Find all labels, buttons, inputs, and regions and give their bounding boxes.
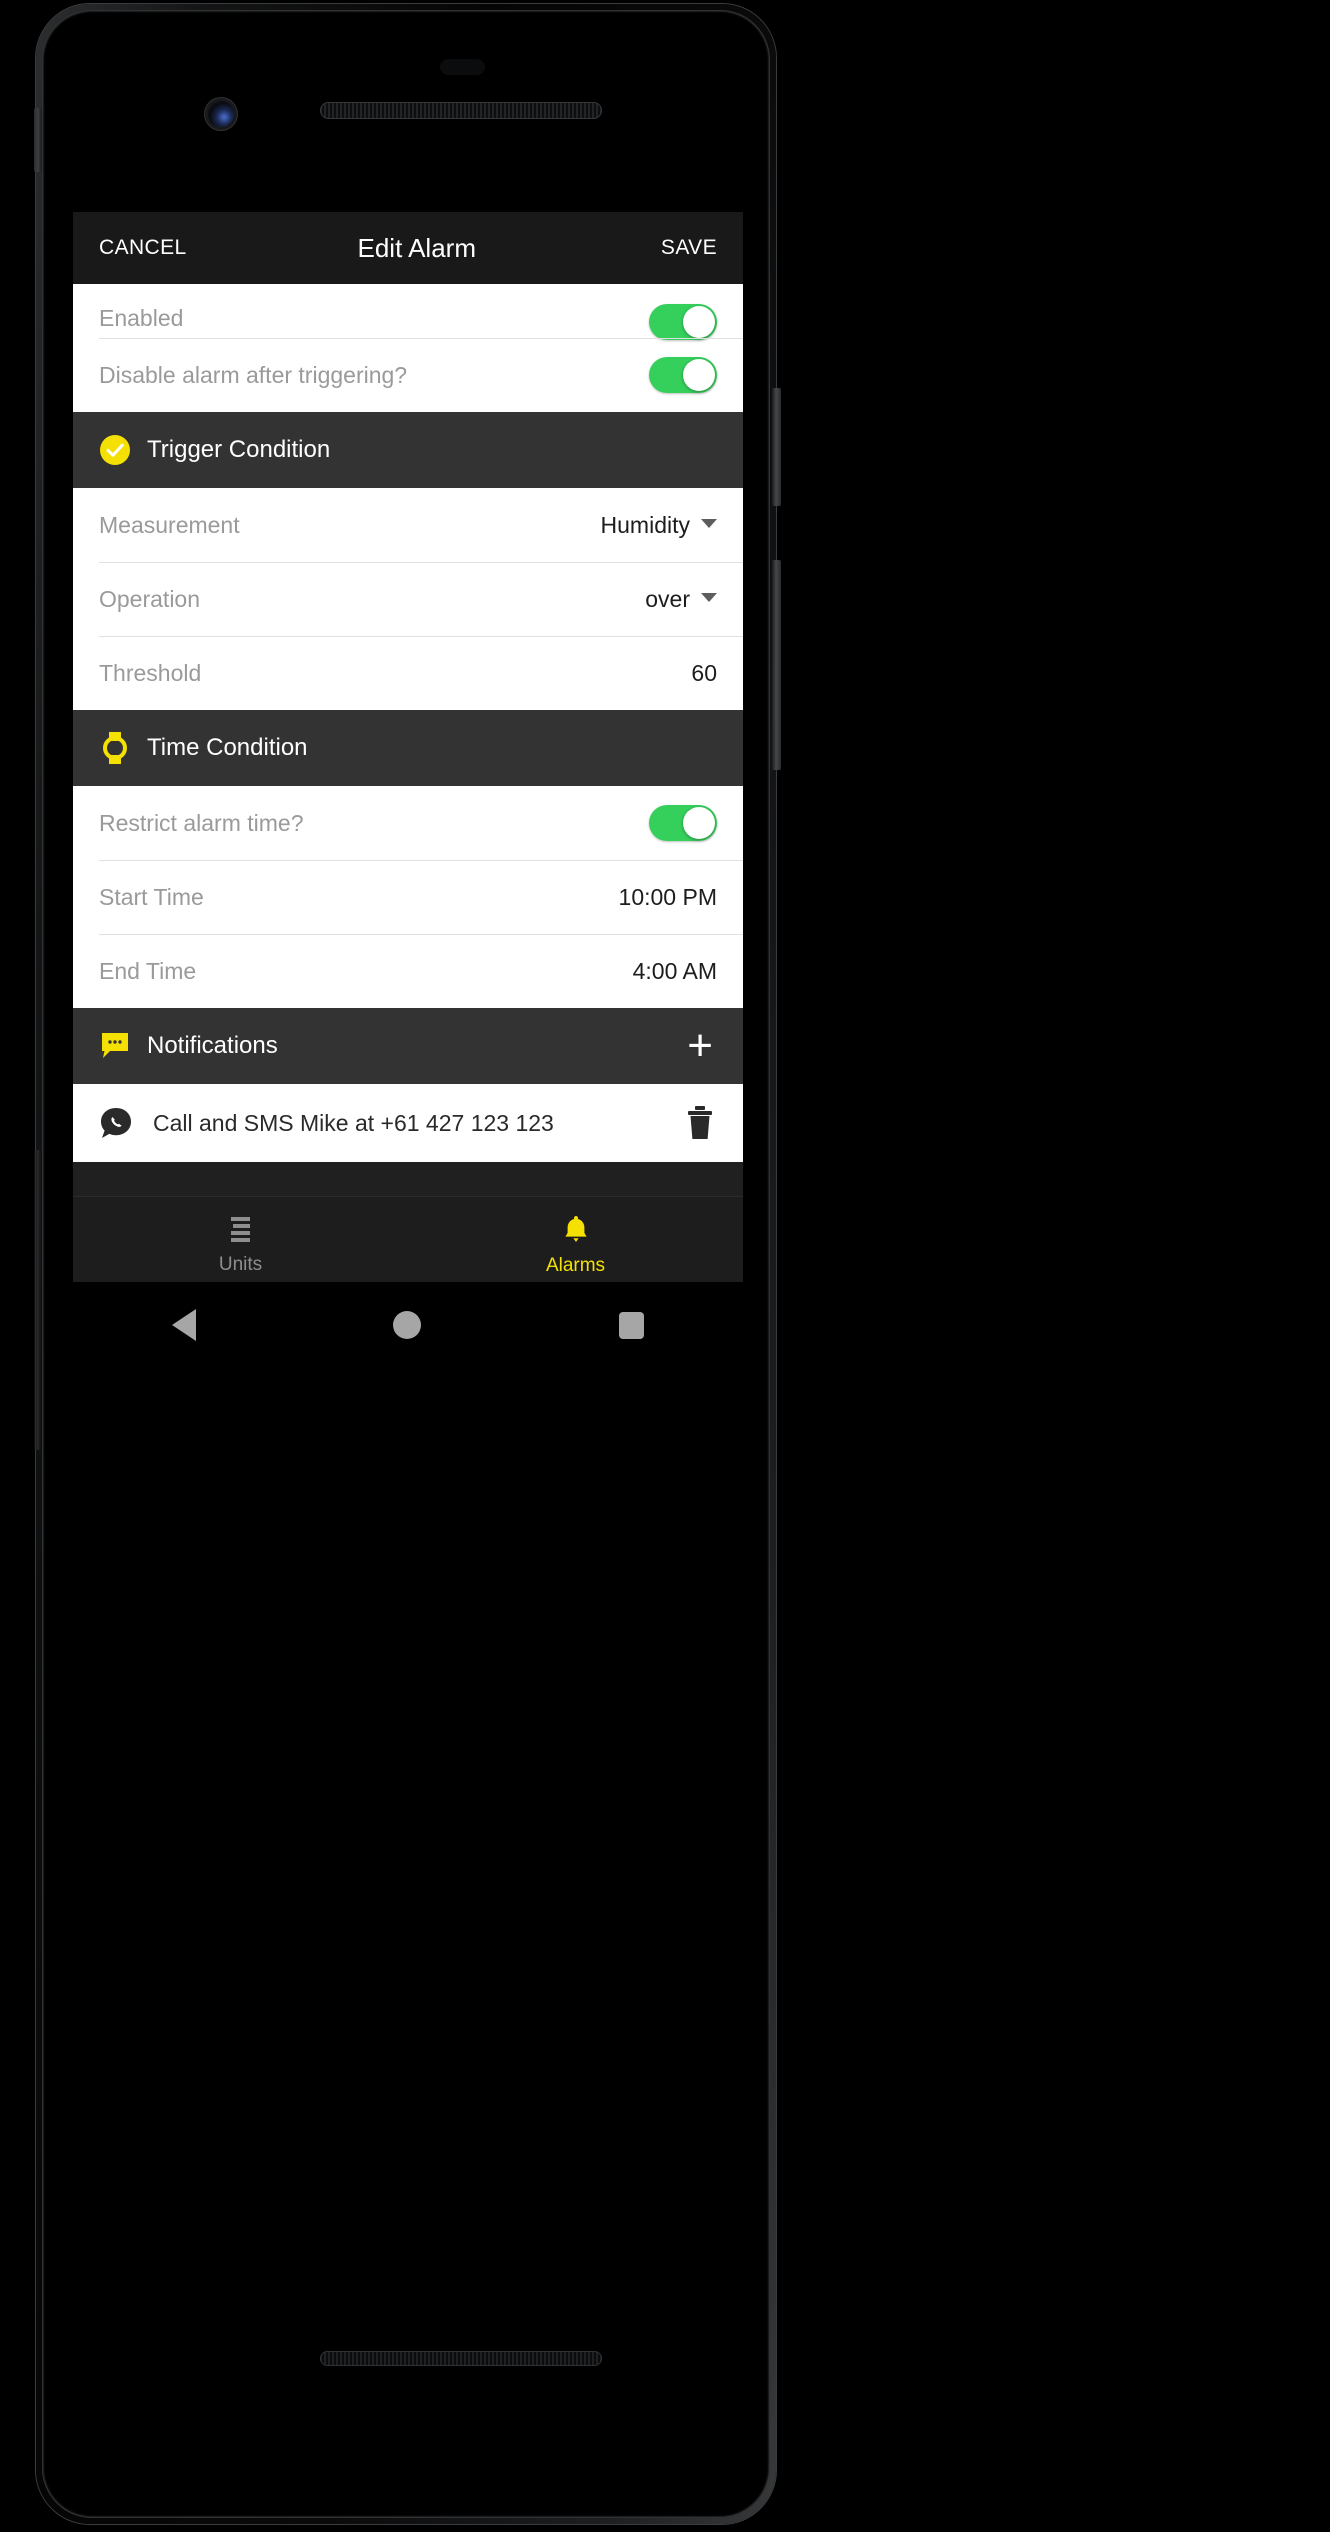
tab-units-label: Units bbox=[218, 1253, 263, 1275]
android-system-nav-bar bbox=[73, 1282, 743, 1368]
section-header-trigger-condition: Trigger Condition bbox=[73, 412, 743, 488]
front-camera-icon bbox=[208, 101, 234, 127]
trash-icon[interactable] bbox=[683, 1105, 717, 1141]
row-threshold-label: Threshold bbox=[99, 659, 202, 686]
general-settings-card: Enabled Disable alarm after triggering? bbox=[73, 284, 743, 412]
sim-tray bbox=[34, 108, 42, 172]
tab-alarms-label: Alarms bbox=[545, 1254, 606, 1276]
row-end-time-label: End Time bbox=[99, 957, 197, 984]
row-end-time[interactable]: End Time 4:00 AM bbox=[73, 934, 743, 1008]
earpiece-speaker-grille bbox=[320, 102, 602, 119]
add-notification-button[interactable]: + bbox=[687, 1024, 717, 1068]
row-start-time-value[interactable]: 10:00 PM bbox=[619, 884, 717, 911]
chevron-down-icon[interactable] bbox=[701, 592, 717, 602]
power-button[interactable] bbox=[772, 388, 781, 506]
page-title: Edit Alarm bbox=[357, 232, 477, 263]
row-operation-label: Operation bbox=[99, 585, 201, 612]
section-title-time-condition: Time Condition bbox=[147, 734, 308, 761]
home-icon[interactable] bbox=[393, 1311, 422, 1339]
save-button[interactable]: SAVE bbox=[661, 236, 717, 260]
row-restrict-alarm-time-label: Restrict alarm time? bbox=[99, 809, 304, 836]
list-icon bbox=[226, 1215, 256, 1248]
bottom-speaker-grille bbox=[320, 2351, 602, 2366]
row-measurement[interactable]: Measurement Humidity bbox=[73, 488, 743, 562]
row-threshold-value[interactable]: 60 bbox=[691, 660, 717, 687]
settings-scroll-area[interactable]: Enabled Disable alarm after triggering? … bbox=[73, 284, 743, 1282]
time-condition-card: Restrict alarm time? Start Time 10:00 PM… bbox=[73, 786, 743, 1008]
speech-bubble-icon bbox=[99, 1030, 131, 1062]
volume-button[interactable] bbox=[772, 560, 781, 770]
recents-icon[interactable] bbox=[619, 1311, 645, 1339]
phone-screen: CANCEL Edit Alarm SAVE Enabled Disable a… bbox=[54, 22, 758, 2506]
row-start-time[interactable]: Start Time 10:00 PM bbox=[73, 860, 743, 934]
disable-after-trigger-toggle[interactable] bbox=[649, 357, 717, 393]
proximity-sensor-notch bbox=[440, 59, 485, 75]
app-viewport: CANCEL Edit Alarm SAVE Enabled Disable a… bbox=[73, 212, 743, 1282]
tab-alarms[interactable]: Alarms bbox=[408, 1197, 743, 1282]
row-operation[interactable]: Operation over bbox=[73, 562, 743, 636]
toggle-knob bbox=[683, 807, 715, 839]
row-disable-after-trigger[interactable]: Disable alarm after triggering? bbox=[73, 338, 743, 412]
notification-item-text: Call and SMS Mike at +61 427 123 123 bbox=[153, 1109, 554, 1136]
chevron-down-icon[interactable] bbox=[701, 518, 717, 528]
row-enabled[interactable]: Enabled bbox=[73, 284, 743, 340]
trigger-condition-card: Measurement Humidity Operation over Thre… bbox=[73, 488, 743, 710]
list-bottom-spacer bbox=[73, 1162, 743, 1196]
row-end-time-value[interactable]: 4:00 AM bbox=[633, 958, 717, 985]
tab-units[interactable]: Units bbox=[73, 1197, 408, 1282]
row-measurement-value[interactable]: Humidity bbox=[601, 512, 690, 539]
restrict-alarm-time-toggle[interactable] bbox=[649, 805, 717, 841]
left-edge-trim bbox=[34, 1150, 41, 1450]
check-circle-icon bbox=[99, 434, 131, 466]
watch-icon bbox=[99, 732, 131, 764]
section-header-notifications: Notifications + bbox=[73, 1008, 743, 1084]
app-bar: CANCEL Edit Alarm SAVE bbox=[73, 212, 743, 284]
row-enabled-label: Enabled bbox=[99, 305, 184, 331]
phone-bubble-icon bbox=[99, 1106, 133, 1140]
row-start-time-label: Start Time bbox=[99, 883, 204, 910]
row-measurement-label: Measurement bbox=[99, 511, 240, 538]
bell-icon bbox=[561, 1214, 591, 1249]
section-header-time-condition: Time Condition bbox=[73, 710, 743, 786]
row-disable-after-trigger-label: Disable alarm after triggering? bbox=[99, 361, 408, 388]
enabled-toggle[interactable] bbox=[649, 304, 717, 340]
bottom-tab-bar: Units Alarms bbox=[73, 1196, 743, 1282]
section-title-trigger-condition: Trigger Condition bbox=[147, 436, 331, 463]
back-icon[interactable] bbox=[171, 1309, 196, 1341]
row-operation-value[interactable]: over bbox=[645, 586, 690, 613]
row-threshold[interactable]: Threshold 60 bbox=[73, 636, 743, 710]
row-restrict-alarm-time[interactable]: Restrict alarm time? bbox=[73, 786, 743, 860]
toggle-knob bbox=[683, 359, 715, 391]
notification-list-item[interactable]: Call and SMS Mike at +61 427 123 123 bbox=[73, 1084, 743, 1162]
toggle-knob bbox=[683, 306, 715, 338]
section-title-notifications: Notifications bbox=[147, 1032, 278, 1059]
